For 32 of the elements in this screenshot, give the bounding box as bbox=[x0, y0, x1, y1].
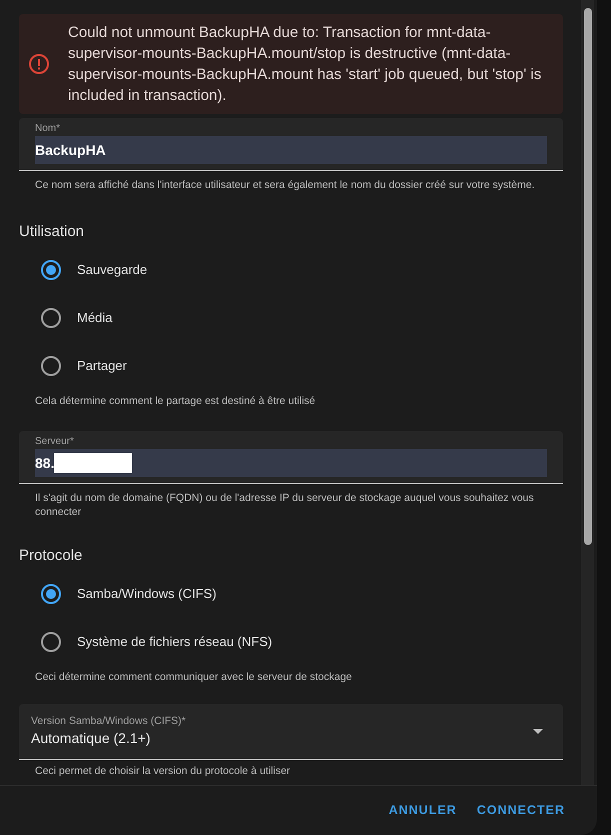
section-heading: Utilisation bbox=[19, 222, 86, 242]
radio-button[interactable] bbox=[41, 632, 61, 652]
radio-button[interactable] bbox=[41, 356, 61, 376]
radio-button[interactable] bbox=[41, 260, 61, 280]
field-value: Automatique (2.1+) bbox=[31, 729, 152, 748]
helper-text: Cela détermine comment le partage est destiné à être utilisé bbox=[34, 394, 316, 408]
text-field[interactable]: Serveur* 88. bbox=[19, 431, 563, 484]
field-label: Version Samba/Windows (CIFS)* bbox=[31, 714, 186, 728]
dialog-button[interactable]: ANNULER bbox=[382, 792, 464, 828]
field-value: BackupHA bbox=[35, 140, 106, 160]
field-value: 88. bbox=[35, 454, 54, 473]
helper-text: Il s'agit du nom de domaine (FQDN) ou de l'adresse IP du serveur de stockage auquel vous souhaitez vous connecter bbox=[34, 491, 535, 520]
radio-label: Partager bbox=[77, 356, 127, 375]
radio-button[interactable] bbox=[41, 308, 61, 328]
radio-label: Samba/Windows (CIFS) bbox=[77, 585, 216, 603]
alert-message: Could not unmount BackupHA due to: Transaction for mnt-data-supervisor-mounts-BackupHA.mount/stop is destructive (mnt-data-supervisor-mounts-BackupHA.mount has 'start' job queued, but 'stop' is included in transaction). bbox=[68, 23, 542, 106]
radio-label: Média bbox=[77, 308, 112, 327]
radio-label: Sauvegarde bbox=[77, 260, 148, 279]
section-heading: Protocole bbox=[19, 546, 84, 566]
field-label: Nom* bbox=[35, 122, 62, 136]
radio-button[interactable] bbox=[41, 584, 61, 604]
radio-label: Système de fichiers réseau (NFS) bbox=[77, 633, 272, 651]
select-field[interactable]: Version Samba/Windows (CIFS)* Automatique (2.1+) bbox=[19, 704, 563, 760]
scrollbar[interactable] bbox=[581, 0, 594, 785]
helper-text: Ce nom sera affiché dans l'interface utilisateur et sera également le nom du dossier créé sur votre système. bbox=[34, 178, 536, 192]
error-icon bbox=[28, 53, 50, 75]
helper-text: Ceci détermine comment communiquer avec le serveur de stockage bbox=[34, 670, 353, 685]
helper-text: Ceci permet de choisir la version du protocole à utiliser bbox=[34, 764, 292, 778]
text-field[interactable]: Nom* BackupHA bbox=[19, 118, 563, 171]
dialog-button[interactable]: CONNECTER bbox=[470, 792, 572, 828]
field-label: Serveur* bbox=[35, 435, 75, 450]
dropdown-caret-icon bbox=[533, 728, 543, 734]
